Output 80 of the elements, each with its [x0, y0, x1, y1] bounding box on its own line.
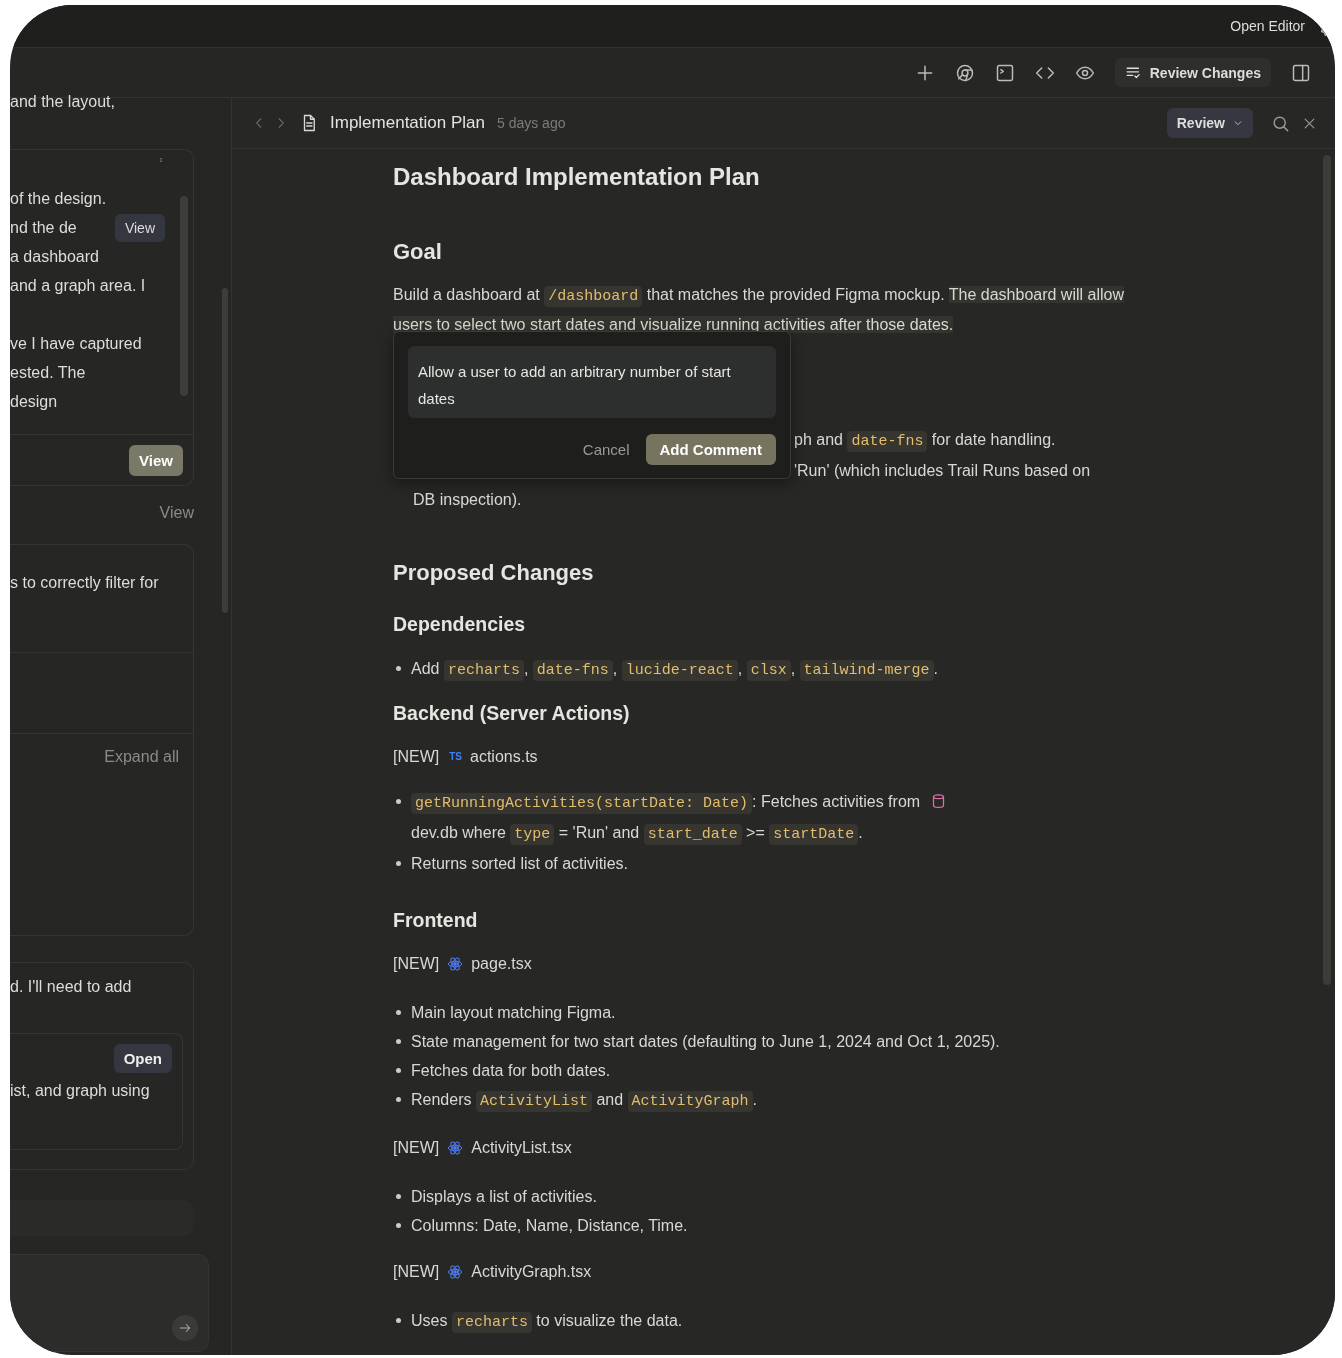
bullet-dot [396, 861, 401, 866]
arrow-right-icon [178, 1321, 192, 1335]
section-heading: Proposed Changes [393, 559, 595, 587]
subsection-heading: Backend (Server Actions) [393, 701, 631, 726]
side-panel-icon[interactable] [1291, 62, 1311, 83]
list-item-text: Columns: Date, Name, Distance, Time. [411, 1217, 688, 1234]
list-item-text: Returns sorted list of activities. [411, 855, 628, 872]
add-comment-button[interactable]: Add Comment [645, 434, 776, 465]
bullet-dot [396, 1097, 401, 1102]
file-status-tag: [NEW] [393, 743, 440, 771]
file-status-tag: [NEW] [393, 1258, 440, 1286]
inline-code: type [510, 824, 555, 845]
bullet-dot [396, 1194, 401, 1199]
bullet-dot [396, 1223, 401, 1228]
list-item-text: Fetches data for both dates. [411, 1062, 611, 1079]
list-text-fragment: 'Run' (which includes Trail Runs based on [793, 461, 1092, 481]
chat-text: ested. The [10, 362, 86, 383]
chat-text: s to correctly filter for [10, 573, 159, 593]
document-age: 5 days ago [497, 115, 566, 131]
open-editor-link[interactable]: Open Editor [1230, 18, 1305, 34]
file-name: page.tsx [471, 954, 532, 974]
document-tab-title: Implementation Plan [330, 113, 485, 133]
subsection-heading: Dependencies [393, 612, 527, 637]
more-options-icon[interactable] [159, 158, 163, 162]
file-status-tag: [NEW] [393, 1134, 440, 1162]
chat-text: d. I'll need to add [10, 977, 133, 997]
bullet-dot [396, 666, 401, 671]
inline-code: startDate [769, 824, 859, 845]
file-name: ActivityList.tsx [471, 1138, 572, 1158]
chat-text: design [10, 391, 58, 412]
text-run: where [461, 824, 507, 841]
atom-icon [447, 1140, 464, 1156]
search-icon[interactable] [1271, 113, 1290, 133]
text-run: : Fetches activities from [752, 793, 922, 810]
typescript-file-label: TS [449, 750, 462, 764]
list-text-fragment: DB inspection). [412, 490, 523, 510]
chat-text: a dashboard [10, 246, 99, 267]
document-title: Dashboard Implementation Plan [393, 162, 761, 192]
chat-text: of the design. [10, 188, 107, 209]
browser-icon[interactable] [954, 62, 975, 83]
list-item-text: Main layout matching Figma. [411, 1004, 616, 1021]
list-item-text: Displays a list of activities. [411, 1188, 597, 1205]
view-button[interactable]: View [129, 444, 183, 476]
file-name: actions.ts [470, 747, 538, 767]
bullet-dot [396, 1318, 401, 1323]
expand-all-link[interactable]: Expand all [104, 748, 179, 766]
comment-input[interactable]: Allow a user to add an arbitrary number of start dates [408, 346, 776, 418]
bullet-dot [396, 1068, 401, 1073]
atom-icon [447, 1264, 464, 1280]
chat-text: and the layout, [10, 92, 115, 112]
review-changes-button[interactable]: Review Changes [1114, 58, 1271, 87]
view-link[interactable]: View [159, 504, 194, 522]
chat-text: ve I have captured [10, 333, 142, 354]
review-dropdown[interactable]: Review [1166, 108, 1253, 138]
atom-icon [447, 956, 464, 972]
bullet-dot [396, 799, 401, 804]
chevron-down-icon [1233, 118, 1243, 128]
database-icon [930, 793, 946, 809]
file-status-tag: [NEW] [393, 950, 440, 978]
send-button[interactable] [172, 1315, 198, 1341]
view-button[interactable]: View [114, 213, 165, 242]
database-name: dev.db [411, 824, 458, 841]
chat-text: and a graph area. I [10, 275, 146, 296]
section-heading: Goal [393, 238, 443, 266]
list-item-text: State management for two start dates (defaulting to June 1, 2024 and Oct 1, 2025). [411, 1033, 1000, 1050]
inline-code: getRunningActivities(startDate: Date) [411, 793, 753, 814]
subsection-heading: Frontend [393, 908, 479, 933]
chat-text: nd the de [10, 217, 77, 238]
chat-input-field[interactable] [10, 1254, 209, 1352]
chat-text: ist, and graph using [10, 1081, 151, 1101]
open-button[interactable]: Open [113, 1044, 172, 1073]
cancel-button[interactable]: Cancel [576, 440, 636, 459]
text-run: . [858, 824, 863, 841]
bullet-dot [396, 1039, 401, 1044]
text-run: = 'Run' and [557, 824, 641, 841]
terminal-icon[interactable] [994, 62, 1015, 83]
text-run: >= [745, 824, 766, 841]
inline-code: start_date [643, 824, 742, 845]
file-name: ActivityGraph.tsx [471, 1262, 592, 1282]
bullet-dot [396, 1010, 401, 1015]
